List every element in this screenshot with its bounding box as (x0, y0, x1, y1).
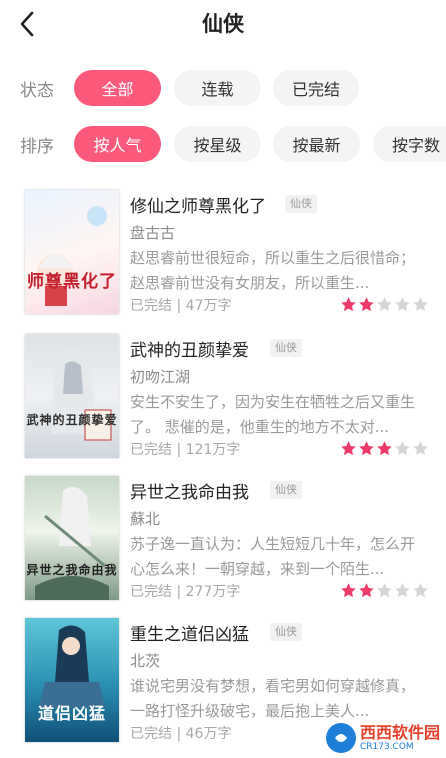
book-meta: 已完结 | 121万字 (130, 442, 241, 458)
book-status: 已完结 (130, 584, 172, 600)
status-filter-label: 状态 (20, 81, 54, 101)
sort-filter-label: 排序 (20, 137, 54, 157)
page-title: 仙侠 (202, 12, 244, 36)
book-word-count: 46万字 (185, 726, 232, 742)
book-cover: 武神的丑颜挚爱 (25, 334, 119, 458)
book-title: 重生之道侣凶猛 (130, 625, 249, 645)
sort-chip-popularity[interactable]: 按人气 (74, 126, 161, 162)
star-icon (359, 441, 374, 456)
watermark-logo-icon (325, 723, 356, 753)
book-meta: 已完结 | 46万字 (130, 726, 232, 742)
book-list-item[interactable]: 异世之我命由我 异世之我命由我 仙侠 蘇北 苏子逸一直认为：人生短短几十年，怎么… (0, 476, 446, 610)
star-icon (395, 441, 410, 456)
genre-tag: 仙侠 (270, 623, 302, 641)
genre-tag: 仙侠 (285, 195, 317, 213)
book-cover-text: 师尊黑化了 (27, 272, 117, 292)
star-icon (395, 297, 410, 312)
book-author: 初吻江湖 (130, 368, 191, 386)
star-icon (413, 583, 428, 598)
book-cover-text: 武神的丑颜挚爱 (26, 413, 118, 427)
star-icon (341, 441, 356, 456)
book-title: 异世之我命由我 (130, 483, 249, 503)
book-meta: 已完结 | 277万字 (130, 584, 241, 600)
site-watermark: 西西软件园 CR173.COM (286, 718, 446, 758)
genre-tag: 仙侠 (270, 339, 302, 357)
sort-chip-rating[interactable]: 按星级 (174, 126, 261, 162)
book-author: 盘古古 (130, 224, 176, 242)
book-word-count: 277万字 (185, 584, 241, 600)
status-filter-row: 状态 全部 连载 已完结 (0, 68, 446, 108)
book-description: 谁说宅男没有梦想，看宅男如何穿越修真，一路打怪升级破宅，最后抱上美人... (130, 677, 416, 720)
book-cover-text: 异世之我命由我 (26, 563, 118, 577)
book-status: 已完结 (130, 726, 172, 742)
star-icon (377, 297, 392, 312)
book-status: 已完结 (130, 298, 172, 314)
star-icon (341, 583, 356, 598)
rating-stars (340, 440, 429, 457)
book-title: 武神的丑颜挚爱 (130, 341, 249, 361)
book-list-item[interactable]: 武神的丑颜挚爱 武神的丑颜挚爱 仙侠 初吻江湖 安生不安生了，因为安生在牺牲之后… (0, 334, 446, 468)
book-meta: 已完结 | 47万字 (130, 298, 232, 314)
book-description: 安生不安生了，因为安生在牺牲之后又重生了。 悲催的是，他重生的地方不太对... (130, 393, 416, 436)
star-icon (377, 583, 392, 598)
star-icon (359, 583, 374, 598)
star-icon (395, 583, 410, 598)
star-icon (377, 441, 392, 456)
status-chip-completed[interactable]: 已完结 (273, 70, 359, 106)
book-cover: 异世之我命由我 (25, 476, 119, 600)
book-word-count: 47万字 (185, 298, 232, 314)
rating-stars (340, 296, 429, 313)
cover-illustration (51, 348, 112, 441)
book-status: 已完结 (130, 442, 172, 458)
cover-illustration (35, 487, 109, 600)
book-word-count: 121万字 (185, 442, 241, 458)
book-description: 赵思睿前世很短命，所以重生之后很惜命；赵思睿前世没有女朋友，所以重生... (130, 249, 416, 292)
rating-stars (340, 582, 429, 599)
status-chip-all[interactable]: 全部 (74, 70, 161, 106)
cover-illustration (37, 206, 107, 306)
watermark-subtext: CR173.COM (359, 741, 414, 752)
sort-chip-word-count[interactable]: 按字数 (373, 126, 446, 162)
book-cover: 师尊黑化了 (25, 190, 119, 314)
star-icon (413, 297, 428, 312)
sort-chip-newest[interactable]: 按最新 (273, 126, 360, 162)
genre-tag: 仙侠 (270, 481, 302, 499)
star-icon (341, 297, 356, 312)
book-author: 蘇北 (130, 510, 161, 528)
header-bar: 仙侠 (0, 0, 446, 48)
book-cover: 道侣凶猛 (25, 618, 119, 742)
watermark-text: 西西软件园 (359, 722, 440, 742)
book-cover-text: 道侣凶猛 (37, 704, 106, 723)
book-list-item[interactable]: 师尊黑化了 修仙之师尊黑化了 仙侠 盘古古 赵思睿前世很短命，所以重生之后很惜命… (0, 190, 446, 324)
book-title: 修仙之师尊黑化了 (130, 197, 266, 217)
sort-filter-row: 排序 按人气 按星级 按最新 按字数 (0, 124, 446, 164)
star-icon (359, 297, 374, 312)
book-author: 北茨 (130, 652, 161, 670)
status-chip-serializing[interactable]: 连载 (174, 70, 261, 106)
star-icon (413, 441, 428, 456)
book-description: 苏子逸一直认为：人生短短几十年，怎么开心怎么来！一朝穿越，来到一个陌生... (130, 535, 416, 578)
